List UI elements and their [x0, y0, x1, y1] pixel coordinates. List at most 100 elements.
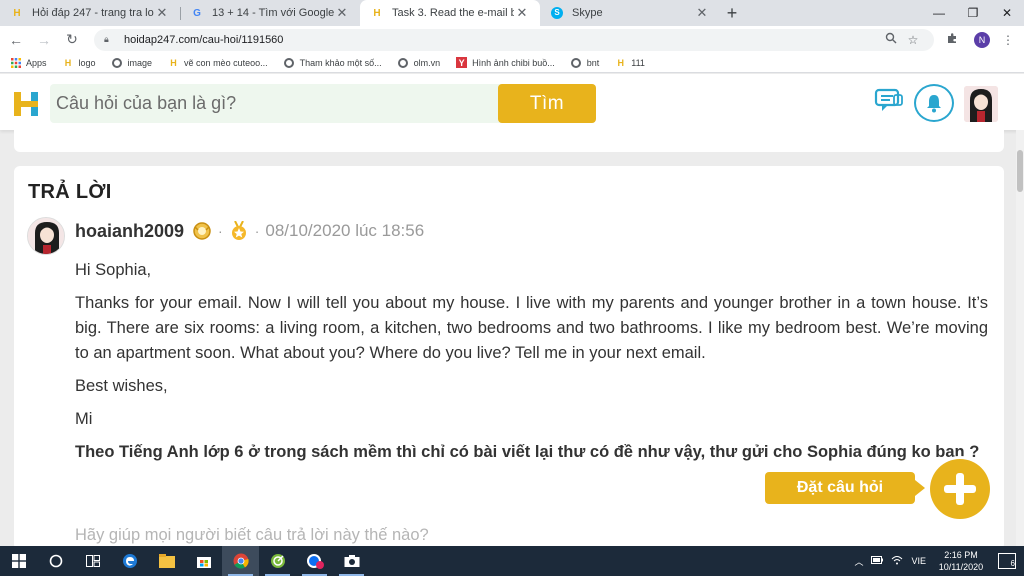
start-windows-icon[interactable] [0, 546, 37, 576]
messenger-icon[interactable] [296, 546, 333, 576]
chat-icon[interactable] [874, 88, 904, 119]
close-tab-icon[interactable]: ✕ [154, 5, 170, 21]
notification-bell-icon[interactable] [914, 84, 954, 122]
answer-paragraph: Best wishes, [75, 377, 168, 395]
close-window-button[interactable]: ✕ [990, 0, 1024, 26]
new-tab-button[interactable]: + [720, 0, 744, 26]
y-favicon: Y [456, 57, 468, 68]
bookmark-label: 111 [631, 57, 645, 68]
clock-time: 2:16 PM [944, 550, 978, 560]
task-view-icon[interactable] [74, 546, 111, 576]
battery-icon[interactable] [871, 556, 884, 566]
skype-favicon: S [550, 6, 564, 20]
scrollbar-thumb[interactable] [1017, 150, 1023, 192]
tab-task3-active[interactable]: H Task 3. Read the e-mail below and ✕ [360, 0, 540, 26]
input-language[interactable]: VIE [911, 556, 926, 566]
tab-skype[interactable]: S Skype ✕ [540, 0, 720, 26]
bookmark-tham-khao[interactable]: Tham khảo một số... [284, 57, 382, 68]
search-bar: Tìm [50, 84, 596, 123]
search-circle-icon[interactable] [37, 546, 74, 576]
hoidap-favicon: H [170, 57, 177, 68]
answer-meta: hoaianh2009 · · 08/10/2020 lúc 18:56 [75, 219, 424, 243]
bookmark-image[interactable]: image [112, 57, 153, 68]
store-bag-icon[interactable] [185, 546, 222, 576]
achievement-badge-icon [231, 221, 246, 240]
close-tab-icon[interactable]: ✕ [694, 5, 710, 21]
page-scrollbar[interactable] [1016, 130, 1024, 546]
browser-toolbar: ← → ↻ 🔒︎ hoidap247.com/cau-hoi/1191560 ☆… [0, 26, 1024, 53]
zoom-icon[interactable] [880, 32, 902, 47]
lock-icon: 🔒︎ [104, 34, 109, 44]
bookmark-label: image [127, 57, 153, 68]
bookmark-label: bnt [586, 57, 600, 68]
edge-browser-icon[interactable] [111, 546, 148, 576]
answer-body: Hi Sophia, Thanks for your email. Now I … [75, 258, 988, 473]
greenshot-icon[interactable] [259, 546, 296, 576]
bookmark-star-icon[interactable]: ☆ [902, 33, 924, 47]
chrome-icon[interactable] [222, 546, 259, 576]
globe-icon [398, 57, 409, 68]
answer-date: 08/10/2020 lúc 18:56 [265, 221, 425, 240]
ask-question-button[interactable]: Đặt câu hỏi [765, 472, 925, 504]
minimize-button[interactable]: — [922, 0, 956, 26]
globe-icon [571, 57, 582, 68]
bookmark-hinh-anh-chibi[interactable]: Y Hình ảnh chibi buồ... [456, 57, 555, 68]
bookmark-apps[interactable]: Apps [10, 57, 47, 68]
tray-chevron-up-icon[interactable]: ︿ [854, 555, 863, 568]
tab-title: Skype [572, 7, 603, 19]
hoidap-favicon: H [13, 7, 21, 19]
answer-paragraph: Thanks for your email. Now I will tell y… [75, 294, 988, 362]
hoidap-favicon: H [373, 7, 381, 19]
tab-title: 13 + 14 - Tìm với Google [212, 7, 334, 19]
bookmark-label: Tham khảo một số... [299, 57, 382, 68]
wifi-icon[interactable] [891, 555, 903, 567]
search-button[interactable]: Tìm [498, 84, 596, 123]
forward-arrow-icon[interactable]: → [32, 32, 56, 48]
file-explorer-icon[interactable] [148, 546, 185, 576]
bookmark-olm[interactable]: olm.vn [398, 57, 440, 68]
question-card-bottom [14, 130, 1004, 152]
window-controls: — ❐ ✕ [922, 0, 1024, 26]
apps-grid-icon [10, 57, 21, 68]
answer-paragraph: Mi [75, 410, 93, 428]
add-question-plus-icon[interactable] [930, 459, 990, 519]
menu-kebab-icon[interactable]: ⋮ [996, 33, 1020, 47]
tab-google-search[interactable]: G 13 + 14 - Tìm với Google ✕ [180, 0, 360, 26]
rating-prompt: Hãy giúp mọi người biết câu trả lời này … [75, 526, 429, 544]
bookmark-logo[interactable]: H logo [63, 57, 96, 68]
restore-button[interactable]: ❐ [956, 0, 990, 26]
tab-hoidap-home[interactable]: H Hỏi đáp 247 - trang tra loi ✕ [0, 0, 180, 26]
extensions-puzzle-icon[interactable] [940, 32, 964, 47]
bookmark-111[interactable]: H 111 [615, 57, 645, 68]
system-clock[interactable]: 2:16 PM 10/11/2020 [934, 549, 988, 573]
back-arrow-icon[interactable]: ← [4, 32, 28, 48]
camera-icon[interactable] [333, 546, 370, 576]
close-tab-icon[interactable]: ✕ [334, 5, 350, 21]
notification-count: 6 [1010, 559, 1015, 568]
bookmark-ve-con-meo[interactable]: H vẽ con mèo cuteoo... [168, 57, 268, 68]
globe-icon [112, 57, 123, 68]
section-title: TRẢ LỜI [28, 181, 112, 203]
browser-tab-strip: H Hỏi đáp 247 - trang tra loi ✕ G 13 + 1… [0, 0, 1024, 26]
bookmark-label: logo [78, 57, 96, 68]
address-bar[interactable]: 🔒︎ hoidap247.com/cau-hoi/1191560 ☆ [94, 28, 934, 51]
answer-author-avatar[interactable] [27, 217, 65, 255]
action-center-icon[interactable]: 6 [998, 553, 1016, 569]
reload-icon[interactable]: ↻ [60, 31, 84, 48]
separator-dot: · [254, 223, 260, 239]
url-text: hoidap247.com/cau-hoi/1191560 [124, 33, 284, 46]
profile-avatar[interactable]: N [974, 31, 990, 48]
hoidap-logo[interactable] [12, 90, 40, 118]
user-avatar[interactable] [964, 86, 998, 122]
bookmark-label: vẽ con mèo cuteoo... [184, 57, 268, 68]
system-tray: ︿ VIE 2:16 PM 10/11/2020 6 [854, 546, 1024, 576]
answer-note: Theo Tiếng Anh lớp 6 ở trong sách mềm th… [75, 443, 980, 461]
answer-username[interactable]: hoaianh2009 [75, 221, 184, 242]
google-favicon: G [193, 7, 201, 19]
bookmark-label: Hình ảnh chibi buồ... [472, 57, 555, 68]
close-tab-icon[interactable]: ✕ [514, 5, 530, 21]
site-header: Tìm [0, 74, 1024, 130]
rank-medal-icon [193, 222, 211, 240]
bookmark-bnt[interactable]: bnt [571, 57, 600, 68]
search-input[interactable] [50, 84, 498, 123]
